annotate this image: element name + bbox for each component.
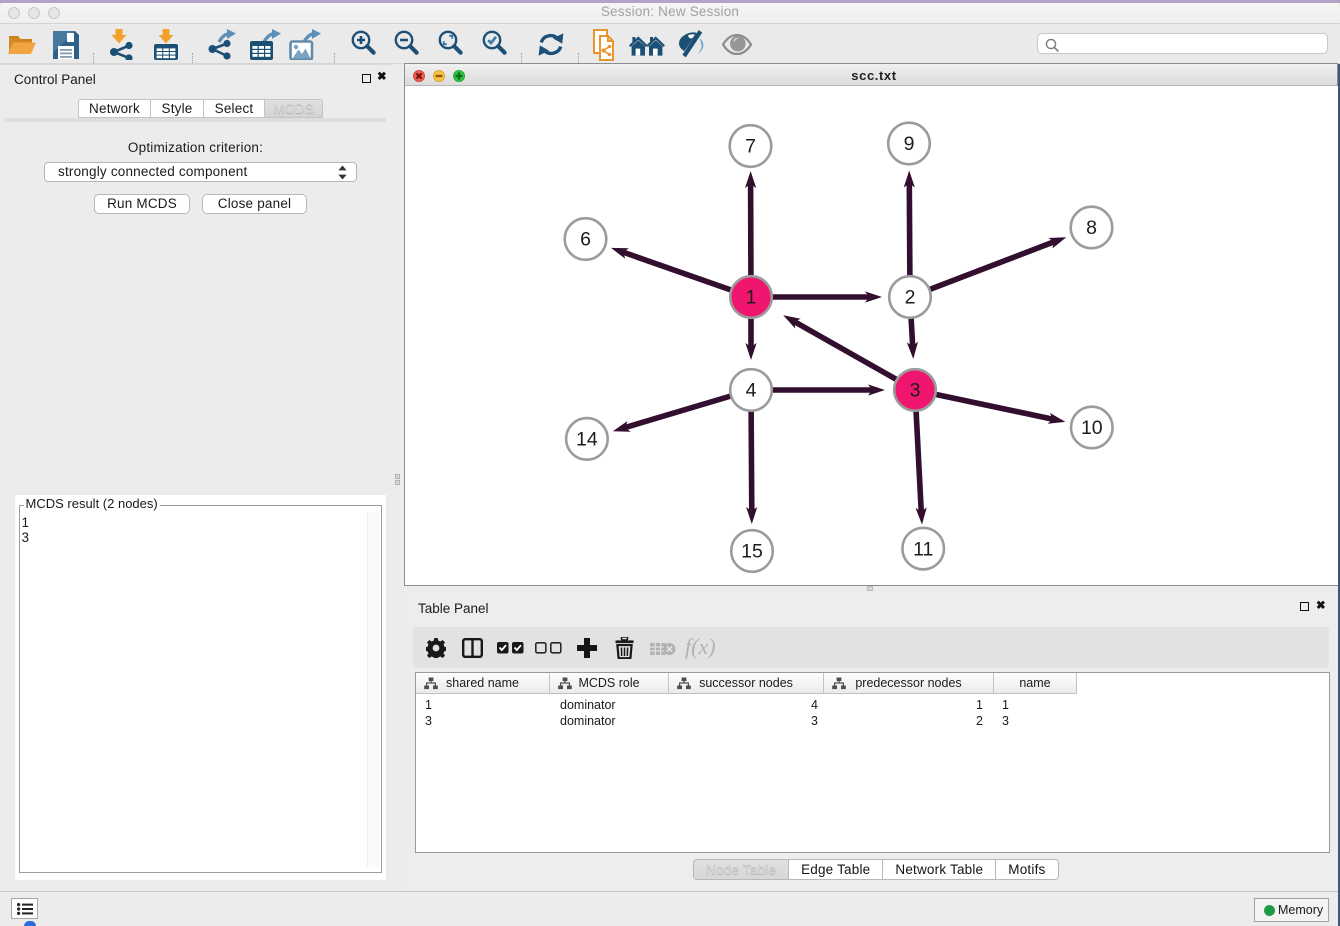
svg-text:10: 10 bbox=[1080, 417, 1102, 439]
svg-text:8: 8 bbox=[1086, 217, 1097, 239]
svg-text:4: 4 bbox=[745, 380, 756, 402]
svg-text:7: 7 bbox=[745, 136, 756, 158]
svg-text:3: 3 bbox=[909, 380, 920, 402]
svg-text:15: 15 bbox=[741, 541, 763, 563]
svg-text:1: 1 bbox=[745, 287, 756, 309]
svg-text:2: 2 bbox=[904, 287, 915, 309]
svg-text:14: 14 bbox=[576, 429, 598, 451]
svg-text:9: 9 bbox=[903, 133, 914, 155]
svg-text:6: 6 bbox=[580, 229, 591, 251]
svg-text:11: 11 bbox=[913, 538, 933, 560]
